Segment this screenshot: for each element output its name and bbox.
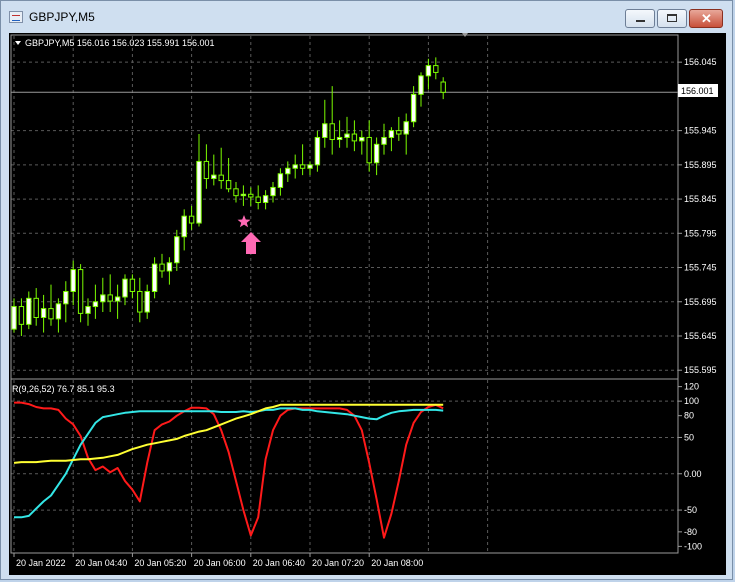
- candle-body: [63, 290, 69, 305]
- price-tick-label: 156.045: [684, 57, 717, 67]
- candle-body: [122, 278, 128, 298]
- price-tick-label: 155.745: [684, 263, 717, 273]
- indicator-tick-label: 0.00: [684, 469, 702, 479]
- candle-body: [359, 136, 365, 142]
- candle-body: [388, 130, 395, 138]
- candle-body: [314, 136, 321, 166]
- candle-body: [433, 65, 439, 73]
- candle-body: [270, 186, 276, 197]
- candle-body: [381, 136, 387, 145]
- candle-body: [40, 308, 47, 318]
- candle-body: [151, 263, 158, 292]
- price-tick-label: 155.695: [684, 297, 717, 307]
- candle-body: [166, 262, 173, 272]
- indicator-tick-label: 80: [684, 411, 694, 421]
- candle-body: [418, 75, 424, 95]
- candle-body: [26, 297, 32, 325]
- candle-body: [218, 174, 224, 182]
- minimize-button[interactable]: [625, 9, 655, 28]
- candle-body: [322, 123, 328, 138]
- candle-body: [92, 301, 99, 308]
- candle-body: [277, 173, 284, 188]
- candle-body: [188, 215, 195, 224]
- candle-body: [100, 294, 106, 303]
- price-tick-label: 155.895: [684, 160, 717, 170]
- chart-background: [9, 33, 726, 575]
- candle-body: [107, 294, 113, 302]
- candle-body: [299, 164, 306, 169]
- candle-body: [248, 193, 254, 198]
- candle-body: [351, 133, 358, 142]
- candle: [77, 264, 84, 323]
- close-button[interactable]: ✕: [689, 9, 723, 28]
- candle-body: [196, 160, 202, 224]
- candle-body: [396, 130, 402, 135]
- price-tick-label: 155.595: [684, 365, 717, 375]
- candle-body: [262, 195, 269, 203]
- time-tick-label: 20 Jan 04:40: [75, 558, 127, 568]
- candle-body: [174, 236, 180, 264]
- minimize-icon: [636, 20, 645, 22]
- candle-body: [129, 278, 136, 292]
- indicator-tick-label: -50: [684, 505, 697, 515]
- chart-app-icon: [9, 11, 23, 23]
- candle-body: [55, 303, 62, 320]
- indicator-tick-label: -100: [684, 541, 702, 551]
- candle-body: [70, 269, 76, 292]
- candle-body: [225, 180, 232, 190]
- candle-body: [48, 308, 54, 320]
- candle-body: [77, 269, 84, 314]
- maximize-icon: [667, 14, 677, 22]
- candle-body: [292, 164, 298, 169]
- current-price-label: 156.001: [681, 86, 714, 96]
- candle-body: [307, 164, 313, 169]
- close-icon: ✕: [701, 11, 712, 26]
- candle-body: [329, 123, 335, 141]
- candle-body: [18, 306, 25, 325]
- indicator-panel-header: R(9,26,52) 76.7 85.1 95.3: [12, 384, 115, 394]
- candle-body: [203, 160, 210, 180]
- window-title: GBPJPY,M5: [29, 10, 95, 24]
- price-tick-label: 155.945: [684, 126, 717, 136]
- time-tick-label: 20 Jan 06:40: [253, 558, 305, 568]
- indicator-tick-label: 50: [684, 432, 694, 442]
- price-panel-header: GBPJPY,M5 156.016 156.023 155.991 156.00…: [25, 38, 215, 48]
- chart-window: GBPJPY,M5 ✕ 155.595 155.645 155.695 155.745…: [0, 0, 733, 580]
- candle-body: [181, 215, 187, 238]
- time-tick-label: 20 Jan 07:20: [312, 558, 364, 568]
- indicator-tick-label: 120: [684, 382, 699, 392]
- time-tick-label: 20 Jan 05:20: [134, 558, 186, 568]
- maximize-button[interactable]: [657, 9, 687, 28]
- time-tick-label: 20 Jan 06:00: [194, 558, 246, 568]
- candle-body: [425, 65, 432, 77]
- candle-body: [114, 296, 121, 302]
- title-bar[interactable]: GBPJPY,M5 ✕: [1, 1, 734, 31]
- candle-body: [211, 174, 217, 180]
- candle-body: [85, 306, 91, 314]
- candle-body: [33, 297, 39, 318]
- candle-body: [336, 136, 343, 141]
- candle-body: [285, 167, 291, 175]
- price-chart[interactable]: 155.595 155.645 155.695 155.745 155.795 155.8…: [9, 33, 726, 575]
- candle-body: [240, 193, 247, 197]
- candle-body: [403, 121, 409, 135]
- price-tick-label: 155.795: [684, 228, 717, 238]
- candle-body: [11, 306, 17, 330]
- candle-body: [144, 290, 150, 313]
- candle-body: [373, 143, 380, 164]
- candle-body: [137, 290, 143, 313]
- candle-body: [410, 93, 417, 123]
- candle-body: [440, 81, 446, 93]
- price-tick-label: 155.645: [684, 331, 717, 341]
- candle-body: [159, 263, 165, 272]
- time-tick-label: 20 Jan 08:00: [371, 558, 423, 568]
- candle-body: [233, 188, 239, 197]
- indicator-tick-label: 100: [684, 396, 699, 406]
- candle-body: [255, 196, 261, 203]
- price-tick-label: 155.845: [684, 194, 717, 204]
- indicator-tick-label: -80: [684, 527, 697, 537]
- candle-body: [344, 133, 350, 138]
- time-tick-label: 20 Jan 2022: [16, 558, 66, 568]
- candle-body: [366, 136, 372, 164]
